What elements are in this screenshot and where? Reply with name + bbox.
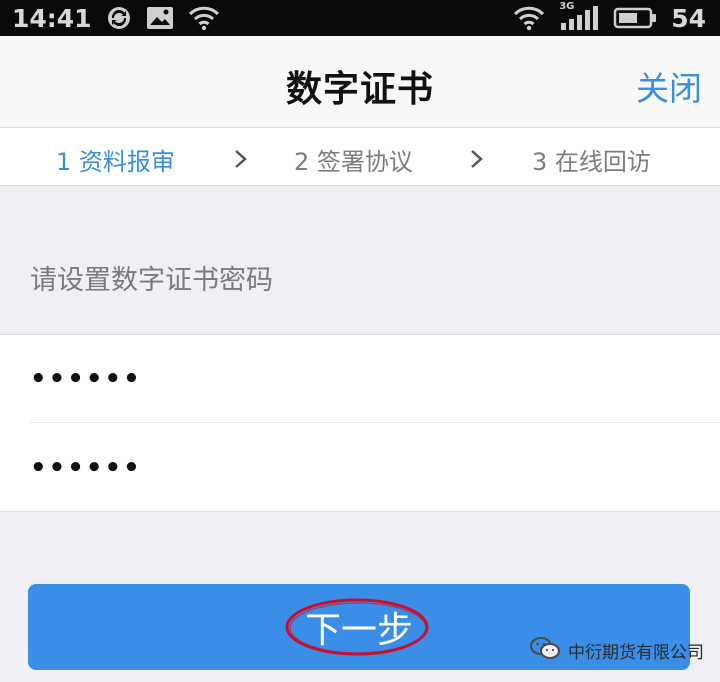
watermark-text: 中衍期货有限公司 xyxy=(568,643,704,663)
wifi-icon xyxy=(188,5,220,31)
watermark: 中衍期货有限公司 xyxy=(530,636,704,665)
step-1: 1 资料报审 xyxy=(56,148,175,176)
next-step-label: 下一步 xyxy=(304,610,413,651)
wifi-icon xyxy=(513,5,545,31)
close-button[interactable]: 关闭 xyxy=(636,62,702,110)
status-time: 14:41 xyxy=(12,3,92,33)
wechat-icon xyxy=(530,636,560,665)
battery-level: 54 xyxy=(671,3,706,33)
password-hint: 请设置数字证书密码 xyxy=(30,265,273,296)
battery-icon xyxy=(613,6,657,30)
chevron-right-icon xyxy=(471,150,483,168)
page-title: 数字证书 xyxy=(285,69,434,110)
signal-icon: 3G xyxy=(559,1,599,31)
sync-icon xyxy=(106,5,132,31)
chevron-right-icon xyxy=(235,150,247,168)
confirm-password-input[interactable]: •••••• xyxy=(30,424,720,512)
password-input[interactable]: •••••• xyxy=(30,335,720,423)
network-type: 3G xyxy=(559,1,575,12)
password-form: •••••• •••••• xyxy=(0,334,720,512)
step-3: 3 在线回访 xyxy=(532,148,651,176)
step-indicator: 1 资料报审 2 签署协议 3 在线回访 xyxy=(0,128,720,186)
image-icon xyxy=(146,6,174,30)
status-bar: 14:41 3G 54 xyxy=(0,0,720,36)
nav-bar: 数字证书 关闭 xyxy=(0,36,720,128)
step-2: 2 签署协议 xyxy=(294,148,413,176)
